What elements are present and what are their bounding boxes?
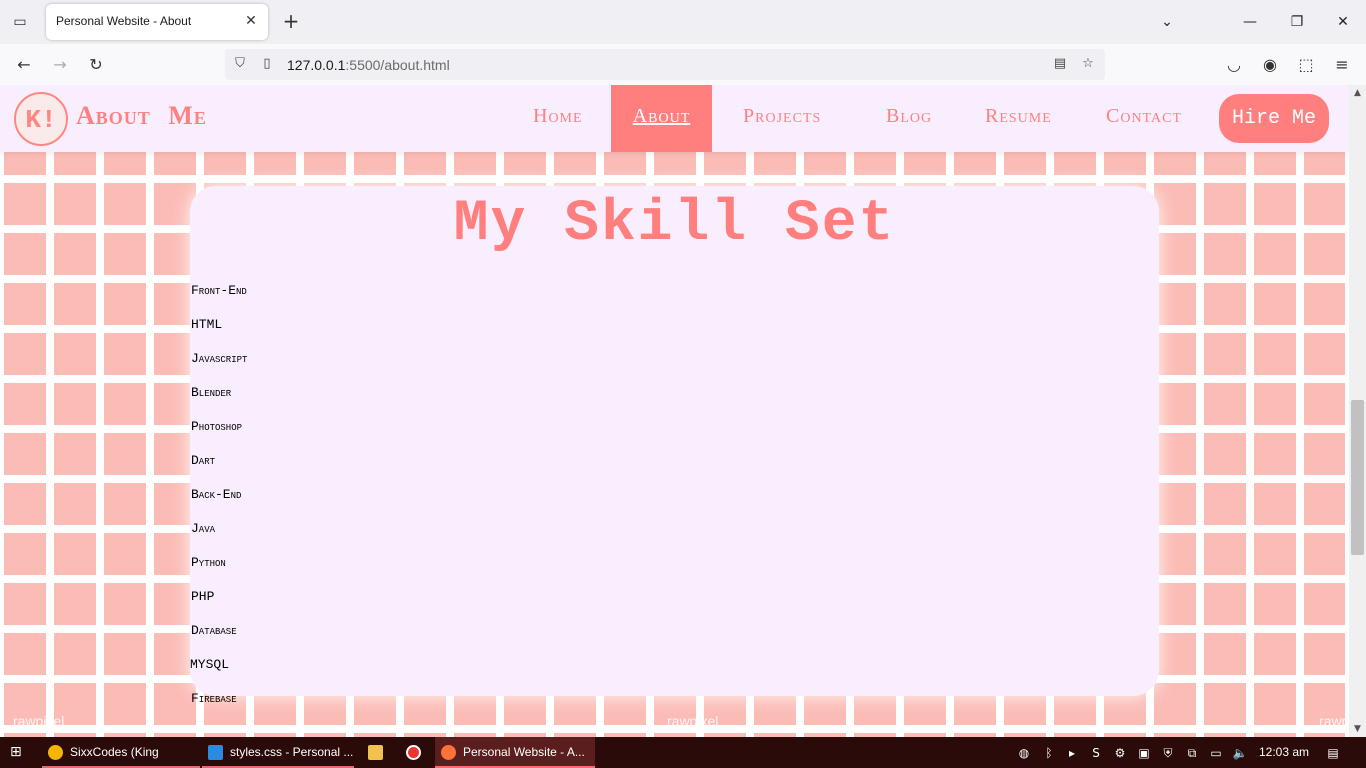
reload-icon[interactable]: ↻ bbox=[83, 52, 109, 78]
window-close-icon[interactable]: ✕ bbox=[1331, 10, 1355, 34]
skill-item: Javascript bbox=[191, 351, 248, 366]
taskbar-recorder[interactable] bbox=[400, 737, 432, 768]
nav-projects[interactable]: Projects bbox=[743, 105, 821, 128]
taskbar-task-label: SixxCodes (King Pand... bbox=[70, 745, 159, 759]
skill-item: Firebase bbox=[191, 691, 237, 706]
chrome-icon bbox=[48, 745, 63, 760]
skill-item: Back-End bbox=[191, 487, 242, 502]
taskbar-task-vscode[interactable]: styles.css - Personal ... bbox=[202, 737, 354, 768]
taskbar-task-firefox[interactable]: Personal Website - A... bbox=[435, 737, 595, 768]
skill-item: Java bbox=[191, 521, 216, 536]
os-taskbar: ⊞ SixxCodes (King Pand... styles.css - P… bbox=[0, 737, 1366, 768]
skill-item: Database bbox=[191, 623, 237, 638]
nav-about-label: About bbox=[632, 105, 691, 127]
vscode-icon bbox=[208, 745, 223, 760]
page-icon[interactable]: ▯ bbox=[256, 53, 278, 75]
taskbar-task-label: Personal Website - A... bbox=[463, 745, 585, 759]
reader-view-icon[interactable]: ▤ bbox=[1049, 53, 1071, 75]
browser-tab-bar: ▭ Personal Website - About ✕ + ⌄ — ❐ ✕ bbox=[0, 0, 1366, 44]
browser-nav-bar: ← → ↻ ⛉ ▯ 127.0.0.1:5500/about.html ▤ ☆ … bbox=[0, 44, 1366, 85]
watermark-text: rawpixel bbox=[13, 713, 65, 729]
taskbar-file-explorer[interactable] bbox=[362, 737, 394, 768]
tray-app-icon[interactable]: ⚙ bbox=[1112, 745, 1128, 761]
site-title: About Me bbox=[76, 101, 207, 130]
nav-blog[interactable]: Blog bbox=[886, 105, 932, 128]
tab-list-icon[interactable]: ▭ bbox=[8, 10, 32, 34]
skills-heading: My Skill Set bbox=[453, 192, 896, 257]
watermark-text: rawpixel bbox=[1319, 713, 1349, 729]
skill-item: PHP bbox=[191, 589, 215, 604]
skill-item: Front-End bbox=[191, 283, 247, 298]
taskbar-task-chrome[interactable]: SixxCodes (King Pand... bbox=[42, 737, 200, 768]
nav-resume[interactable]: Resume bbox=[985, 105, 1052, 128]
minimize-icon[interactable]: — bbox=[1238, 10, 1262, 34]
volume-icon[interactable]: 🔈 bbox=[1232, 745, 1248, 761]
scroll-down-arrow-icon[interactable]: ▼ bbox=[1352, 723, 1363, 735]
skill-item: MYSQL bbox=[190, 657, 230, 672]
site-header: K! About Me Home About Projects Blog Res… bbox=[0, 85, 1349, 152]
bluetooth-icon[interactable]: ᛒ bbox=[1041, 745, 1057, 761]
address-bar[interactable]: ⛉ ▯ 127.0.0.1:5500/about.html ▤ ☆ bbox=[225, 49, 1105, 80]
restore-icon[interactable]: ❐ bbox=[1285, 10, 1309, 34]
nav-about[interactable]: About bbox=[611, 85, 712, 152]
logo-text: K! bbox=[25, 105, 57, 135]
skill-item: Blender bbox=[191, 385, 232, 400]
network-icon[interactable]: ▭ bbox=[1208, 745, 1224, 761]
page-viewport: rawpixel rawpixel rawpixel K! About Me H… bbox=[0, 85, 1349, 737]
skype-icon[interactable]: S bbox=[1088, 745, 1104, 761]
new-tab-icon[interactable]: + bbox=[280, 10, 302, 32]
skills-card: My Skill Set Front-End HTML Javascript B… bbox=[190, 186, 1159, 706]
firefox-icon bbox=[441, 745, 456, 760]
skill-item: Python bbox=[191, 555, 226, 570]
windows-start-icon[interactable]: ⊞ bbox=[10, 744, 26, 760]
browser-tab-active[interactable]: Personal Website - About ✕ bbox=[46, 4, 268, 40]
pocket-icon[interactable]: ◡ bbox=[1221, 52, 1247, 78]
skill-item: Dart bbox=[191, 453, 216, 468]
page-scrollbar[interactable]: ▲ ▼ bbox=[1349, 85, 1366, 737]
folder-icon bbox=[368, 745, 383, 760]
menu-icon[interactable]: ≡ bbox=[1329, 52, 1355, 78]
notifications-icon[interactable]: ▤ bbox=[1325, 745, 1341, 761]
security-icon[interactable]: ⛨ bbox=[1160, 745, 1176, 761]
record-icon bbox=[406, 745, 421, 760]
shield-icon[interactable]: ⛉ bbox=[229, 53, 251, 75]
arrow-icon[interactable]: ▸ bbox=[1064, 745, 1080, 761]
skill-item: HTML bbox=[191, 317, 223, 332]
scroll-thumb[interactable] bbox=[1351, 400, 1364, 555]
nav-contact[interactable]: Contact bbox=[1106, 105, 1182, 128]
taskbar-task-label: styles.css - Personal ... bbox=[230, 745, 354, 759]
steam-icon[interactable]: ◍ bbox=[1016, 745, 1032, 761]
url-text[interactable]: 127.0.0.1:5500/about.html bbox=[287, 57, 450, 73]
tab-title: Personal Website - About bbox=[56, 14, 192, 28]
site-logo[interactable]: K! bbox=[14, 92, 68, 146]
nav-home[interactable]: Home bbox=[533, 105, 583, 128]
watermark-text: rawpixel bbox=[667, 713, 719, 729]
forward-arrow-icon[interactable]: → bbox=[47, 52, 73, 78]
taskbar-clock[interactable]: 12:03 am bbox=[1259, 745, 1309, 759]
bookmark-star-icon[interactable]: ☆ bbox=[1077, 53, 1099, 75]
extensions-icon[interactable]: ⬚ bbox=[1293, 52, 1319, 78]
tray-app-icon[interactable]: ⧉ bbox=[1184, 745, 1200, 761]
account-icon[interactable]: ◉ bbox=[1257, 52, 1283, 78]
back-arrow-icon[interactable]: ← bbox=[11, 52, 37, 78]
close-tab-icon[interactable]: ✕ bbox=[242, 12, 260, 30]
hire-me-button[interactable]: Hire Me bbox=[1219, 94, 1329, 143]
tray-app-icon[interactable]: ▣ bbox=[1136, 745, 1152, 761]
skill-item: Photoshop bbox=[191, 419, 243, 434]
list-all-tabs-icon[interactable]: ⌄ bbox=[1155, 10, 1179, 34]
scroll-up-arrow-icon[interactable]: ▲ bbox=[1352, 87, 1363, 99]
